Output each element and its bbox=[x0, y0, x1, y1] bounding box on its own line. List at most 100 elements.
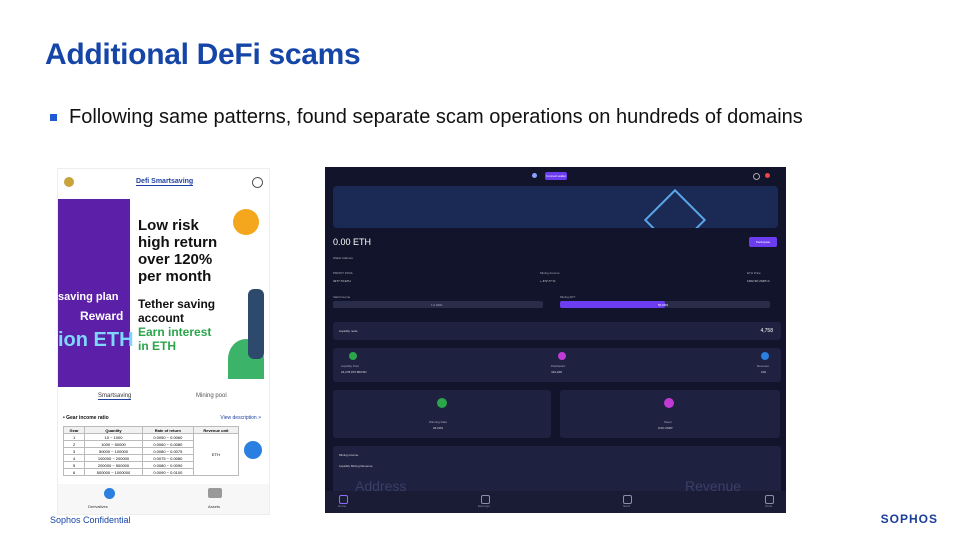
settings-icon[interactable] bbox=[753, 173, 760, 180]
purple-line-1: saving plan bbox=[58, 291, 119, 303]
language-flag-icon[interactable] bbox=[765, 173, 770, 178]
send-icon[interactable] bbox=[623, 495, 632, 504]
dash-bottom-nav: Home Earnings Send Tools bbox=[325, 491, 786, 513]
liquidity-node-label: Liquidity node bbox=[339, 329, 358, 333]
wallet-icon[interactable] bbox=[208, 488, 222, 498]
valid-income-bar: 1.0.0001 bbox=[333, 301, 543, 308]
pool-stats-card: Liquidity Pool 24,278,976.80USD Particip… bbox=[333, 348, 781, 382]
pool-value-3: 100 bbox=[761, 370, 767, 374]
view-description-link[interactable]: View description > bbox=[220, 415, 261, 421]
participate-button[interactable]: Participate bbox=[749, 237, 777, 247]
participant-icon bbox=[558, 352, 566, 360]
mining-apy-fill bbox=[560, 301, 665, 308]
person-illustration bbox=[248, 289, 264, 359]
globe-icon[interactable] bbox=[252, 177, 263, 188]
col-rate: Rate of return bbox=[141, 426, 194, 434]
liquidity-pool-icon bbox=[349, 352, 357, 360]
pool-label-1: Liquidity Pool bbox=[341, 364, 359, 368]
phone-header-title: Defi Smartsaving bbox=[136, 178, 194, 186]
sub-line-4: in ETH bbox=[138, 339, 176, 353]
support-chat-icon[interactable] bbox=[244, 441, 262, 459]
banner-headline: Low risk high return over 120% per month bbox=[138, 217, 217, 285]
table-cell: 0.0060 ~ 0.0080 bbox=[141, 440, 194, 448]
bullet-square-icon bbox=[50, 114, 57, 121]
table-cell: 3 bbox=[62, 447, 86, 455]
table-cell: 4 bbox=[62, 454, 86, 462]
nav-home[interactable]: Home bbox=[338, 504, 346, 508]
network-icon bbox=[532, 173, 537, 178]
sophos-logo: SOPHOS bbox=[880, 512, 938, 526]
promo-banner: saving plan Reward ion ETH Low risk high… bbox=[58, 199, 269, 387]
home-icon[interactable] bbox=[339, 495, 348, 504]
winning-rate-value: 26.03% bbox=[433, 426, 444, 430]
table-cell: 1000 ~ 50000 bbox=[84, 440, 143, 448]
mining-apy-label: Mining APY bbox=[560, 295, 576, 299]
tab-mining-pool[interactable]: Mining pool bbox=[196, 393, 227, 399]
nav-earnings[interactable]: Earnings bbox=[478, 504, 490, 508]
stat-label-2: Mining Income bbox=[540, 271, 560, 275]
headline-line-2: high return bbox=[138, 234, 218, 251]
purple-line-3: ion ETH bbox=[58, 329, 134, 351]
dash-hero-banner bbox=[333, 186, 778, 228]
nav-assets[interactable]: Assets bbox=[208, 504, 220, 509]
phone-bottom-nav: Derivatives Assets bbox=[58, 484, 269, 514]
hero-shape-icon bbox=[643, 188, 707, 228]
table-header-row: Gear Quantity Rate of return Revenue uni… bbox=[62, 426, 240, 434]
table-cell: 1 bbox=[62, 433, 86, 441]
table-cell: 10 ~ 1000 bbox=[84, 433, 143, 441]
connect-wallet-button[interactable]: Connect wallet bbox=[545, 172, 567, 180]
footer-confidential: Sophos Confidential bbox=[50, 515, 131, 525]
table-cell: 2 bbox=[62, 440, 86, 448]
headline-line-4: per month bbox=[138, 268, 212, 285]
purple-line-2: Reward bbox=[80, 309, 124, 323]
winning-rate-label: Winning Rate bbox=[429, 420, 448, 424]
table-cell: 0.0080 ~ 0.0090 bbox=[141, 461, 194, 469]
slide-title: Additional DeFi scams bbox=[45, 38, 361, 71]
valid-income-value: 1.0.0001 bbox=[431, 303, 443, 307]
sub-line-2: account bbox=[138, 311, 185, 325]
table-cell: 5 bbox=[62, 461, 86, 469]
table-cell: 500000 ~ 1000000 bbox=[84, 468, 143, 476]
saver-label: Saver bbox=[664, 420, 672, 424]
table-row: 1 10 ~ 1000 0.0050 ~ 0.0060 ETH bbox=[62, 433, 240, 476]
valid-income-label: Valid Income bbox=[333, 295, 351, 299]
gear-table: Gear Quantity Rate of return Revenue uni… bbox=[62, 426, 240, 476]
headline-line-1: Low risk bbox=[138, 217, 199, 234]
tools-icon[interactable] bbox=[765, 495, 774, 504]
pool-value-1: 24,278,976.80USD bbox=[341, 370, 367, 374]
revenue-unit-text: ETH bbox=[211, 452, 220, 457]
earnings-icon[interactable] bbox=[481, 495, 490, 504]
banner-subtext: Tether saving account Earn interest in E… bbox=[138, 297, 215, 353]
liquidity-revenue-title: Liquidity Mining Revenue bbox=[339, 464, 373, 468]
dashboard-screenshot: Connect wallet 0.00 ETH Participate Wall… bbox=[325, 167, 786, 513]
winning-rate-icon bbox=[437, 398, 447, 408]
col-quantity: Quantity bbox=[84, 426, 143, 434]
pool-label-2: Participant bbox=[551, 364, 566, 368]
pool-value-2: 419,228 bbox=[551, 370, 562, 374]
pool-label-3: Revenue bbox=[757, 364, 770, 368]
headline-line-3: over 120% bbox=[138, 251, 217, 268]
derivatives-icon[interactable] bbox=[104, 488, 115, 499]
liquidity-node-card: Liquidity node 4,758 bbox=[333, 322, 781, 340]
table-cell: 0.0090 ~ 0.0100 bbox=[141, 468, 194, 476]
mining-apy-bar: 50.00% bbox=[560, 301, 770, 308]
ethereum-icon bbox=[233, 209, 259, 235]
table-cell: 6 bbox=[62, 468, 86, 476]
bullet-text: Following same patterns, found separate … bbox=[69, 106, 803, 128]
stat-value-2: + 472.77 % bbox=[540, 279, 556, 283]
revenue-unit-cell: ETH bbox=[192, 433, 240, 476]
col-revenue-unit: Revenue unit bbox=[192, 426, 240, 434]
gear-heading: • Gear income ratio bbox=[63, 415, 109, 421]
table-cell: 0.0050 ~ 0.0060 bbox=[141, 433, 194, 441]
stat-label-3: ETH Price bbox=[747, 271, 761, 275]
nav-tools[interactable]: Tools bbox=[765, 504, 772, 508]
table-cell: 0.0080 ~ 0.0075 bbox=[141, 447, 194, 455]
nav-derivatives[interactable]: Derivatives bbox=[88, 504, 108, 509]
nav-send[interactable]: Send bbox=[623, 504, 630, 508]
winning-rate-card: Winning Rate 26.03% bbox=[333, 390, 551, 438]
tab-smartsaving[interactable]: Smartsaving bbox=[98, 393, 132, 400]
table-cell: 200000 ~ 500000 bbox=[84, 461, 143, 469]
table-cell: 50000 ~ 100000 bbox=[84, 447, 143, 455]
purple-panel: saving plan Reward ion ETH bbox=[58, 199, 134, 387]
mining-apy-value: 50.00% bbox=[658, 303, 669, 307]
